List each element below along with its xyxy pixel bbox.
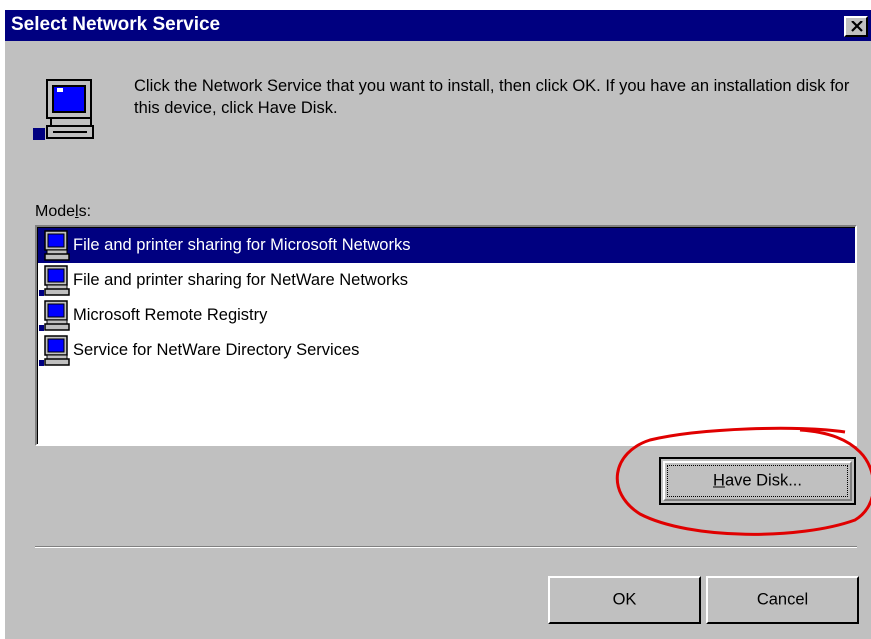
models-label-post: s: [78,203,92,220]
list-item-label: File and printer sharing for NetWare Net… [73,271,409,289]
list-item-label: Service for NetWare Directory Services [73,341,360,359]
instruction-text: Click the Network Service that you want … [134,77,850,117]
window-title: Select Network Service [11,14,221,35]
have-disk-button[interactable]: Have Disk... [659,457,856,505]
close-button[interactable] [844,16,868,37]
title-bar[interactable]: Select Network Service [5,10,871,41]
list-item-file-printer-sharing-netware[interactable]: File and printer sharing for NetWare Net… [38,263,855,298]
list-item-netware-directory-services[interactable]: Service for NetWare Directory Services [38,333,855,368]
have-disk-accelerator: H [713,471,725,490]
list-item-label: File and printer sharing for Microsoft N… [73,236,411,254]
select-network-service-dialog: Select Network Service Click the Network… [5,10,871,639]
models-label: Models: [35,203,91,221]
list-item-microsoft-remote-registry[interactable]: Microsoft Remote Registry [38,298,855,333]
list-item-file-printer-sharing-microsoft[interactable]: File and printer sharing for Microsoft N… [38,228,855,263]
have-disk-label: Have Disk... [713,471,802,490]
network-computer-icon [39,299,70,331]
network-computer-icon [39,334,70,366]
ok-button[interactable]: OK [548,576,701,624]
network-computer-icon [33,79,94,140]
cancel-button[interactable]: Cancel [706,576,859,624]
list-item-label: Microsoft Remote Registry [73,306,268,324]
network-computer-icon [39,264,70,296]
network-computer-icon [39,229,70,261]
separator [35,546,857,548]
close-icon [851,21,863,32]
ok-label: OK [612,590,637,609]
models-listbox[interactable]: File and printer sharing for Microsoft N… [35,225,857,446]
cancel-label: Cancel [756,590,809,609]
models-label-pre: Mode [35,203,76,220]
